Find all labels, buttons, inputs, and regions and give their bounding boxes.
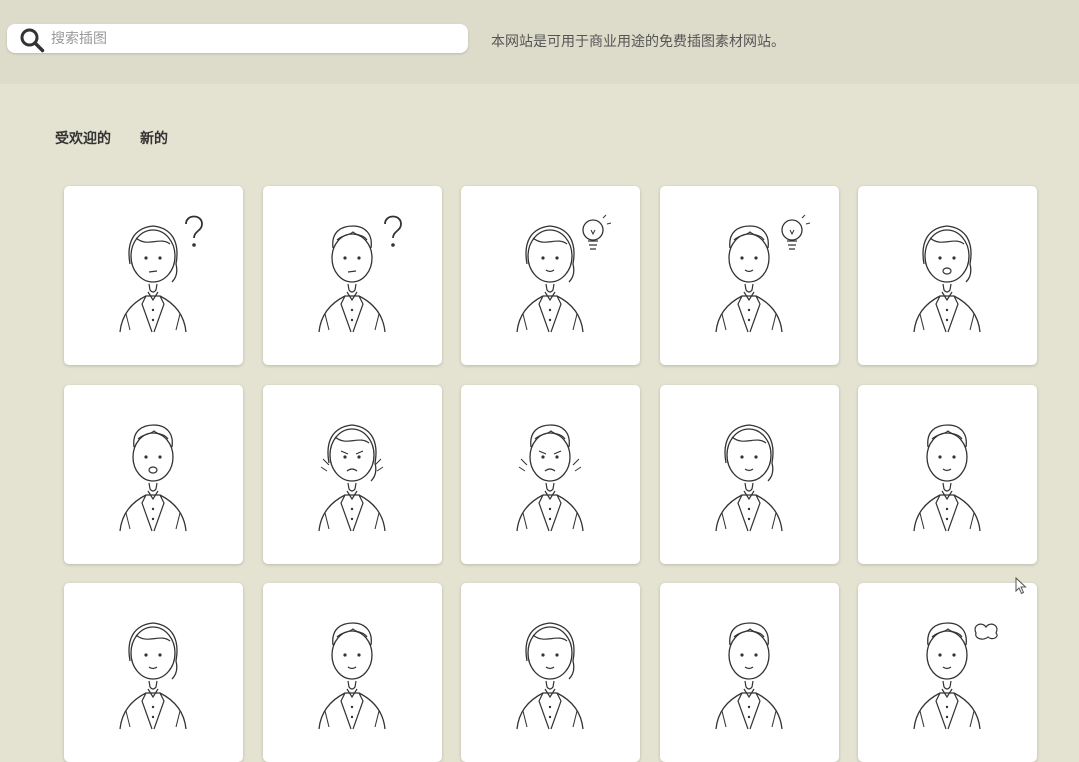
mouse-cursor-icon bbox=[1015, 577, 1027, 595]
man-thought-icon bbox=[913, 622, 998, 730]
man-partial-icon bbox=[715, 622, 783, 730]
search-box[interactable] bbox=[7, 24, 468, 53]
woman-worried-icon bbox=[913, 225, 981, 333]
illustration-card[interactable] bbox=[461, 186, 640, 365]
tab-popular[interactable]: 受欢迎的 bbox=[55, 128, 111, 148]
man-question-icon bbox=[318, 215, 402, 333]
illustration-card[interactable] bbox=[263, 583, 442, 762]
site-header: 本网站是可用于商业用途的免费插图素材网站。 bbox=[0, 0, 1079, 84]
illustration-card[interactable] bbox=[64, 385, 243, 564]
site-tagline: 本网站是可用于商业用途的免费插图素材网站。 bbox=[491, 34, 785, 50]
illustration-card[interactable] bbox=[858, 385, 1037, 564]
search-icon[interactable] bbox=[19, 27, 45, 53]
illustration-card[interactable] bbox=[660, 186, 839, 365]
woman-question-icon bbox=[119, 215, 203, 333]
illustration-card[interactable] bbox=[263, 186, 442, 365]
man-calm-icon bbox=[913, 424, 981, 532]
illustration-card[interactable] bbox=[461, 583, 640, 762]
woman-partial-icon bbox=[119, 622, 187, 730]
illustration-card[interactable] bbox=[660, 385, 839, 564]
tab-new[interactable]: 新的 bbox=[140, 128, 168, 148]
illustration-card[interactable] bbox=[64, 186, 243, 365]
man-partial-icon bbox=[318, 622, 386, 730]
illustration-card[interactable] bbox=[858, 186, 1037, 365]
man-surprised-icon bbox=[119, 424, 187, 532]
woman-calm-icon bbox=[715, 424, 783, 532]
search-input[interactable] bbox=[51, 27, 451, 50]
illustration-card[interactable] bbox=[263, 385, 442, 564]
woman-idea-icon bbox=[516, 214, 612, 333]
woman-partial-icon bbox=[516, 622, 584, 730]
illustration-card[interactable] bbox=[660, 583, 839, 762]
illustration-card[interactable] bbox=[461, 385, 640, 564]
man-angry-icon bbox=[516, 424, 584, 532]
illustration-card[interactable] bbox=[858, 583, 1037, 762]
man-idea-icon bbox=[715, 214, 811, 333]
woman-angry-icon bbox=[318, 424, 386, 532]
illustration-card[interactable] bbox=[64, 583, 243, 762]
